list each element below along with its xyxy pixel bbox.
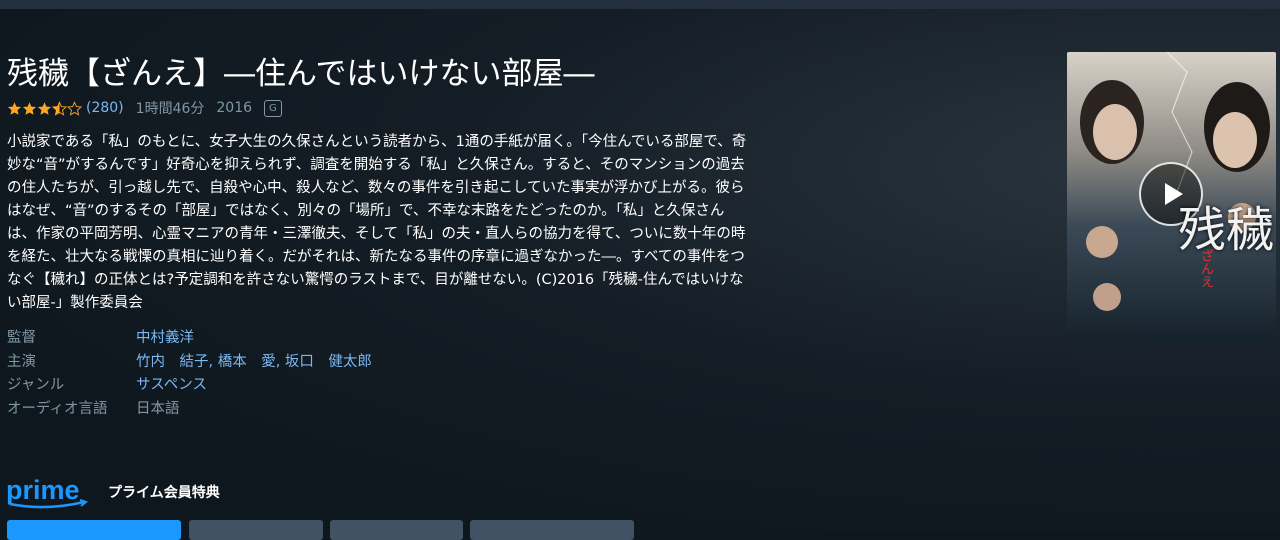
details-table: 監督 中村義洋 主演 竹内 結子, 橋本 愛, 坂口 健太郎 ジャンル サスペン… xyxy=(7,327,372,421)
detail-label: オーディオ言語 xyxy=(7,400,108,417)
star-half-icon xyxy=(52,100,67,116)
detail-row-genre: ジャンル サスペンス xyxy=(7,374,372,398)
top-nav-bar xyxy=(0,0,1280,9)
star-icon xyxy=(7,101,22,115)
prime-logo-text: prime xyxy=(6,475,80,505)
detail-row-audio: オーディオ言語 日本語 xyxy=(7,398,372,422)
synopsis: 小説家である「私」のもとに、女子大生の久保さんという読者から、1通の手紙が届く。… xyxy=(7,134,747,311)
detail-label: 監督 xyxy=(7,330,36,346)
action-buttons xyxy=(0,520,1280,540)
trailer-button[interactable] xyxy=(189,520,323,540)
poster-title-text: 残穢 xyxy=(1177,202,1274,258)
prime-benefit-row: prime プライム会員特典 xyxy=(6,475,220,509)
detail-label: ジャンル xyxy=(7,377,65,393)
star-icon xyxy=(37,101,52,115)
page-title: 残穢【ざんえ】―住んではいけない部屋― xyxy=(7,56,595,92)
prime-benefit-label: プライム会員特典 xyxy=(108,485,220,501)
runtime: 1時間46分 xyxy=(135,101,205,117)
age-rating-badge: G xyxy=(264,99,282,117)
cast-links[interactable]: 竹内 結子, 橋本 愛, 坂口 健太郎 xyxy=(136,351,372,375)
director-link[interactable]: 中村義洋 xyxy=(136,327,194,351)
meta-row: (280) 1時間46分 2016 G xyxy=(7,98,282,118)
detail-row-director: 監督 中村義洋 xyxy=(7,327,372,351)
star-rating[interactable] xyxy=(7,100,82,116)
poster-subtitle-text: ざんえ xyxy=(1198,249,1213,288)
detail-row-cast: 主演 竹内 結子, 橋本 愛, 坂口 健太郎 xyxy=(7,351,372,375)
genre-link[interactable]: サスペンス xyxy=(136,374,207,398)
rating-count-link[interactable]: (280) xyxy=(86,100,124,116)
detail-label: 主演 xyxy=(7,353,36,370)
play-button[interactable] xyxy=(7,520,181,540)
prime-logo: prime xyxy=(6,475,89,509)
release-year: 2016 xyxy=(216,100,253,116)
more-button[interactable] xyxy=(470,520,634,540)
audio-language: 日本語 xyxy=(136,400,180,417)
watchlist-button[interactable] xyxy=(330,520,463,540)
star-empty-icon xyxy=(67,100,82,116)
star-icon xyxy=(22,101,37,115)
